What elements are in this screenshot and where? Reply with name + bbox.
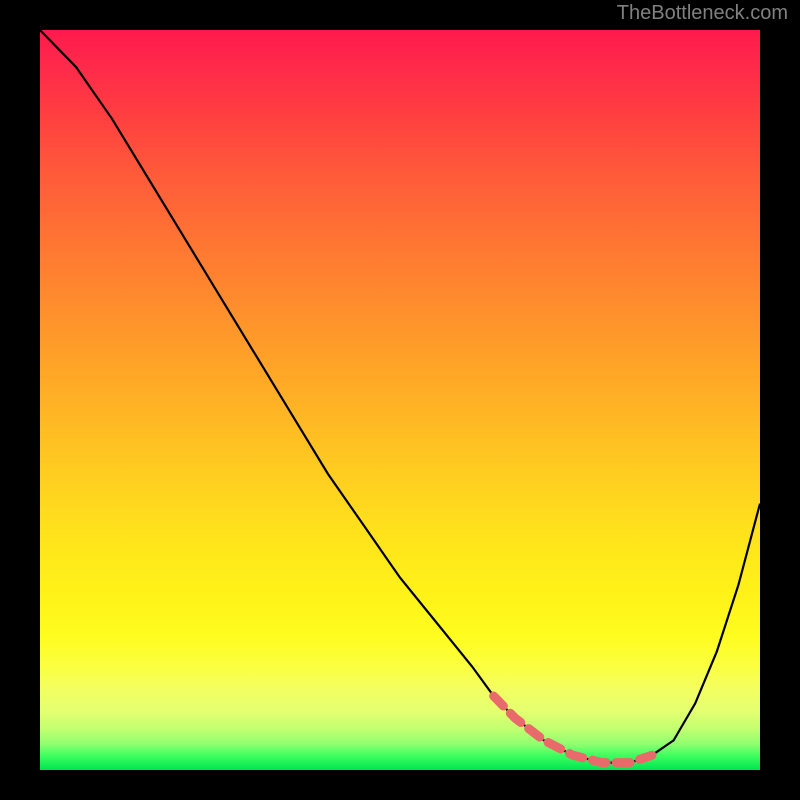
chart-plot-area <box>40 30 760 770</box>
attribution-text: TheBottleneck.com <box>617 2 788 25</box>
bottleneck-curve <box>40 30 760 770</box>
